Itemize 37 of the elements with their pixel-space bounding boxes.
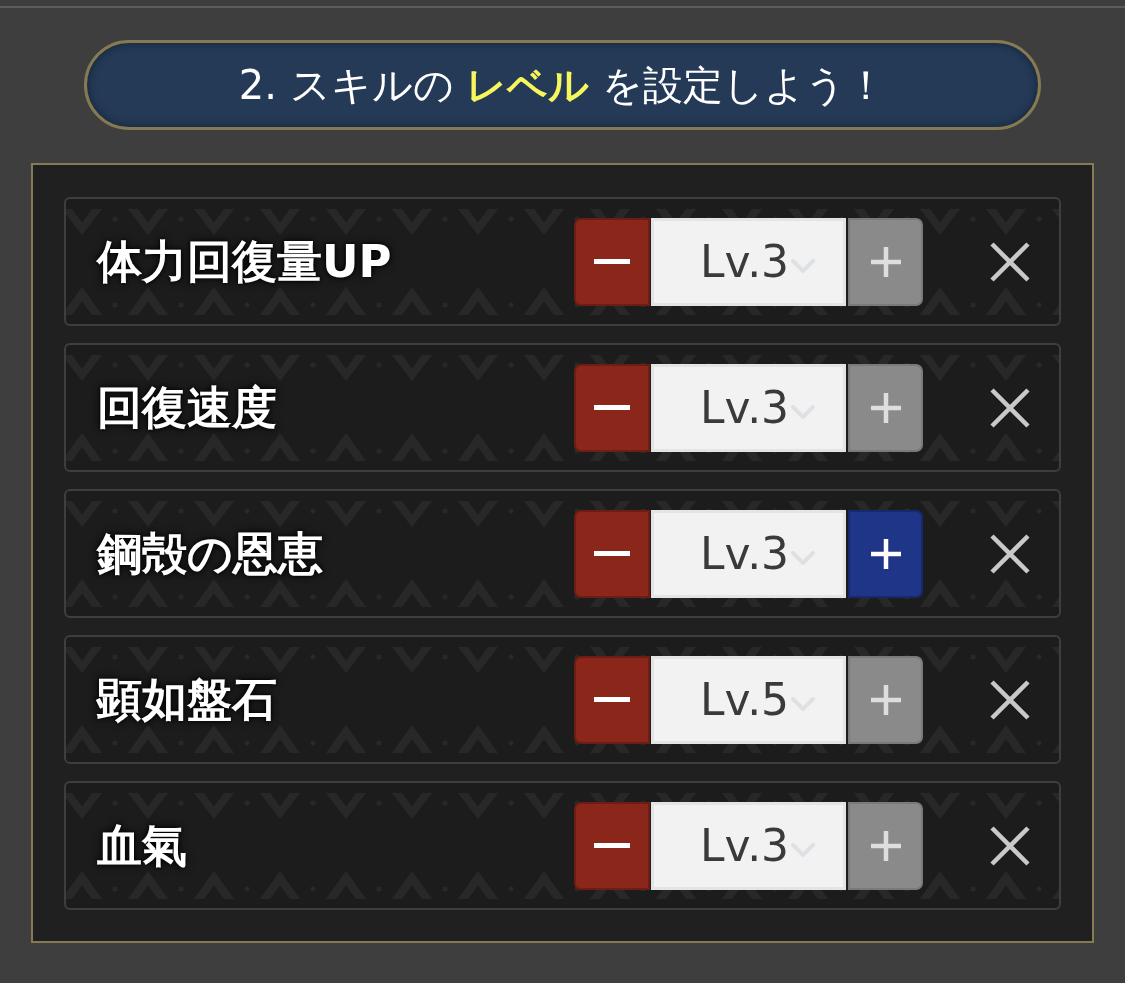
plus-icon (870, 392, 901, 423)
level-select[interactable]: Lv.3 (651, 217, 846, 306)
level-select[interactable]: Lv.3 (651, 509, 846, 598)
minus-button[interactable] (574, 509, 650, 598)
skill-name: 血氣 (97, 823, 187, 868)
close-icon (990, 241, 1030, 282)
remove-button[interactable] (990, 679, 1030, 720)
minus-icon (594, 697, 630, 702)
minus-icon (594, 405, 630, 410)
skill-name: 鋼殻の恩恵 (97, 531, 323, 576)
plus-button[interactable] (848, 509, 923, 598)
minus-button[interactable] (574, 655, 650, 744)
minus-button[interactable] (574, 801, 650, 890)
skill-name: 回復速度 (97, 385, 277, 430)
minus-button[interactable] (574, 363, 650, 452)
remove-button[interactable] (990, 387, 1030, 428)
minus-button[interactable] (574, 217, 650, 306)
plus-icon (870, 246, 901, 277)
remove-button[interactable] (990, 825, 1030, 866)
remove-button[interactable] (990, 241, 1030, 282)
level-select[interactable]: Lv.5 (651, 655, 846, 744)
close-icon (990, 825, 1030, 866)
skill-name: 顕如盤石 (97, 677, 277, 722)
plus-icon (870, 684, 901, 715)
level-select[interactable]: Lv.3 (651, 363, 846, 452)
minus-icon (594, 551, 630, 556)
remove-button[interactable] (990, 533, 1030, 574)
close-icon (990, 533, 1030, 574)
section-title-banner: 2. スキルの レベル を設定しよう！ (84, 40, 1041, 130)
minus-icon (594, 843, 630, 848)
close-icon (990, 387, 1030, 428)
plus-icon (870, 830, 901, 861)
level-select[interactable]: Lv.3 (651, 801, 846, 890)
skill-name: 体力回復量UP (97, 239, 392, 284)
close-icon (990, 679, 1030, 720)
plus-icon (870, 538, 901, 569)
minus-icon (594, 259, 630, 264)
